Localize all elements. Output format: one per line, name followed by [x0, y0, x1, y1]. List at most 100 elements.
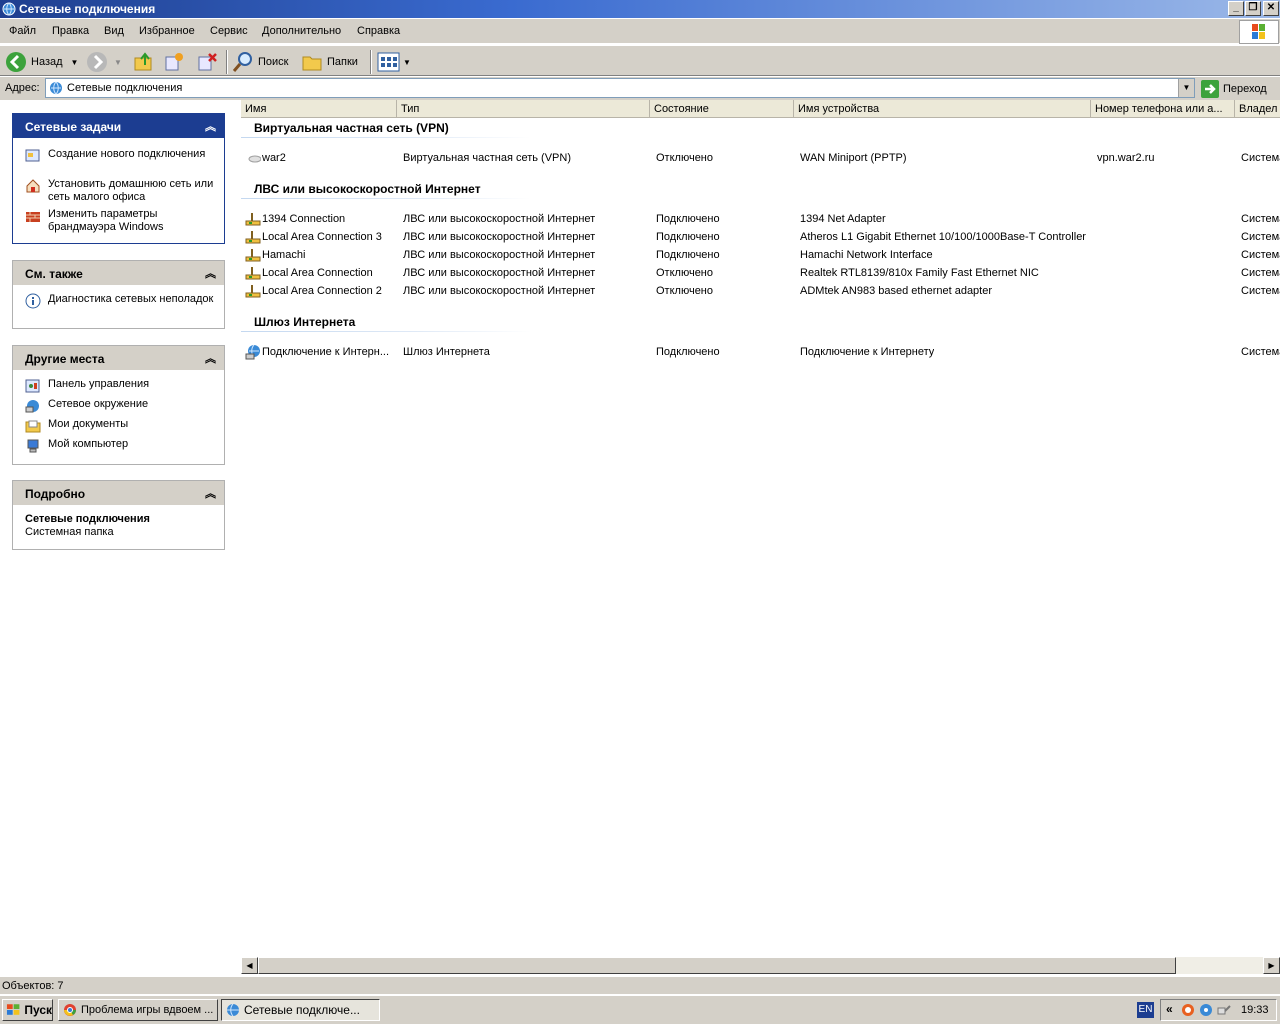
- forward-dropdown-icon[interactable]: ▼: [114, 58, 122, 67]
- see-also-header[interactable]: См. также ︽: [13, 261, 224, 285]
- place-network-neighborhood[interactable]: Сетевое окружение: [13, 398, 224, 418]
- group-header-vpn: Виртуальная частная сеть (VPN): [254, 121, 449, 135]
- collapse-chevron-icon[interactable]: ︽: [205, 350, 216, 366]
- list-item[interactable]: Hamachi ЛВС или высокоскоростной Интерне…: [241, 246, 1280, 264]
- new-connection-icon: [25, 149, 40, 162]
- views-icon: [377, 52, 400, 72]
- column-status[interactable]: Состояние: [650, 100, 794, 118]
- network-tray-icon[interactable]: [1199, 1003, 1213, 1017]
- taskbar-button-browser[interactable]: Проблема игры вдвоем ...: [58, 999, 218, 1021]
- place-control-panel[interactable]: Панель управления: [13, 378, 224, 398]
- list-item[interactable]: Local Area Connection ЛВС или высокоскор…: [241, 264, 1280, 282]
- lan-connection-icon: [245, 285, 261, 298]
- window-title: Сетевые подключения: [19, 2, 156, 16]
- toolbar: Назад ▼ ▼ Поиск Папки ▼: [0, 45, 1280, 76]
- details-description: Системная папка: [25, 526, 114, 538]
- address-dropdown-icon[interactable]: ▼: [1178, 79, 1194, 97]
- info-icon: [25, 293, 41, 309]
- menu-help[interactable]: Справка: [357, 25, 400, 37]
- column-owner[interactable]: Владел: [1235, 100, 1280, 118]
- place-my-documents[interactable]: Мои документы: [13, 418, 224, 438]
- network-connections-icon: [50, 81, 62, 95]
- menu-edit[interactable]: Правка: [52, 25, 89, 37]
- network-neighborhood-icon: [25, 400, 39, 413]
- address-label: Адрес:: [5, 82, 40, 94]
- column-phone-number[interactable]: Номер телефона или а...: [1091, 100, 1235, 118]
- scroll-right-icon[interactable]: ▶: [1263, 957, 1280, 974]
- clock[interactable]: 19:33: [1241, 1004, 1269, 1016]
- menu-view[interactable]: Вид: [104, 25, 124, 37]
- forward-button[interactable]: ▼: [86, 50, 122, 74]
- task-create-connection[interactable]: Создание нового подключения: [13, 148, 224, 178]
- network-connections-icon: [2, 2, 16, 16]
- group-header-internet-gateway: Шлюз Интернета: [254, 315, 356, 329]
- show-hidden-icons-icon[interactable]: «: [1166, 1002, 1173, 1016]
- up-folder-icon: [134, 52, 152, 71]
- properties-button[interactable]: [163, 50, 185, 74]
- scroll-left-icon[interactable]: ◀: [241, 957, 258, 974]
- toolbar-separator: [226, 50, 228, 74]
- list-item[interactable]: Local Area Connection 3 ЛВС или высокоск…: [241, 228, 1280, 246]
- details-name: Сетевые подключения: [25, 513, 150, 525]
- group-header-lan: ЛВС или высокоскоростной Интернет: [254, 182, 481, 196]
- lan-connection-icon: [245, 249, 261, 262]
- menu-bar: Файл Правка Вид Избранное Сервис Дополни…: [0, 19, 1280, 44]
- object-count: Объектов: 7: [2, 980, 64, 992]
- menu-advanced[interactable]: Дополнительно: [262, 25, 341, 37]
- views-button[interactable]: ▼: [377, 50, 411, 74]
- column-device-name[interactable]: Имя устройства: [794, 100, 1091, 118]
- column-type[interactable]: Тип: [397, 100, 650, 118]
- network-tasks-header[interactable]: Сетевые задачи ︽: [13, 114, 224, 138]
- menu-tools[interactable]: Сервис: [210, 25, 248, 37]
- menu-favorites[interactable]: Избранное: [139, 25, 195, 37]
- group-divider: [241, 198, 531, 199]
- vpn-connection-icon: [248, 155, 261, 163]
- menu-file[interactable]: Файл: [9, 25, 36, 37]
- go-arrow-icon: [1201, 80, 1219, 98]
- address-input[interactable]: Сетевые подключения ▼: [45, 78, 1195, 98]
- other-places-panel: Другие места ︽ Панель управления Сетевое…: [12, 345, 225, 465]
- toolbar-separator: [370, 50, 372, 74]
- status-bar: Объектов: 7: [0, 976, 1280, 994]
- collapse-chevron-icon[interactable]: ︽: [205, 485, 216, 501]
- task-diagnose-network[interactable]: Диагностика сетевых неполадок: [13, 293, 224, 323]
- views-dropdown-icon[interactable]: ▼: [403, 58, 411, 67]
- collapse-chevron-icon[interactable]: ︽: [205, 118, 216, 134]
- close-button[interactable]: ✕: [1263, 1, 1279, 16]
- search-button[interactable]: Поиск: [232, 50, 288, 74]
- other-places-header[interactable]: Другие места ︽: [13, 346, 224, 370]
- up-folder-button[interactable]: [133, 50, 155, 74]
- lan-connection-icon: [245, 213, 261, 226]
- minimize-button[interactable]: _: [1228, 1, 1244, 16]
- horizontal-scrollbar[interactable]: ◀ ▶: [241, 957, 1280, 974]
- connection-tray-icon[interactable]: [1217, 1003, 1231, 1017]
- start-button[interactable]: Пуск: [2, 999, 53, 1021]
- antivirus-tray-icon[interactable]: [1181, 1003, 1195, 1017]
- list-item[interactable]: Подключение к Интерн... Шлюз Интернета П…: [241, 343, 1280, 361]
- back-button[interactable]: Назад ▼: [5, 50, 78, 74]
- folders-button[interactable]: Папки: [301, 50, 358, 74]
- back-dropdown-icon[interactable]: ▼: [71, 58, 79, 67]
- task-firewall-settings[interactable]: Изменить параметры брандмауэра Windows: [13, 208, 224, 238]
- taskbar-button-network-connections[interactable]: Сетевые подключе...: [221, 999, 380, 1021]
- collapse-chevron-icon[interactable]: ︽: [205, 265, 216, 281]
- place-my-computer[interactable]: Мой компьютер: [13, 438, 224, 458]
- internet-gateway-icon: [245, 344, 260, 360]
- language-indicator[interactable]: EN: [1137, 1002, 1154, 1018]
- task-home-network[interactable]: Установить домашнюю сеть или сеть малого…: [13, 178, 224, 208]
- main-area: Сетевые задачи ︽ Создание нового подключ…: [0, 100, 1280, 976]
- details-header[interactable]: Подробно ︽: [13, 481, 224, 505]
- home-network-icon: [26, 179, 40, 193]
- list-item[interactable]: war2 Виртуальная частная сеть (VPN) Откл…: [241, 149, 1280, 167]
- list-item[interactable]: 1394 Connection ЛВС или высокоскоростной…: [241, 210, 1280, 228]
- address-bar: Адрес: Сетевые подключения ▼ Переход: [0, 77, 1280, 100]
- windows-flag-icon: [6, 1004, 20, 1015]
- column-name[interactable]: Имя: [241, 100, 397, 118]
- see-also-panel: См. также ︽ Диагностика сетевых неполадо…: [12, 260, 225, 329]
- restore-button[interactable]: ❐: [1245, 1, 1261, 16]
- list-item[interactable]: Local Area Connection 2 ЛВС или высокоск…: [241, 282, 1280, 300]
- go-button[interactable]: Переход: [1201, 79, 1267, 99]
- my-computer-icon: [27, 439, 39, 453]
- scrollbar-thumb[interactable]: [258, 957, 1176, 974]
- delete-button[interactable]: [196, 50, 218, 74]
